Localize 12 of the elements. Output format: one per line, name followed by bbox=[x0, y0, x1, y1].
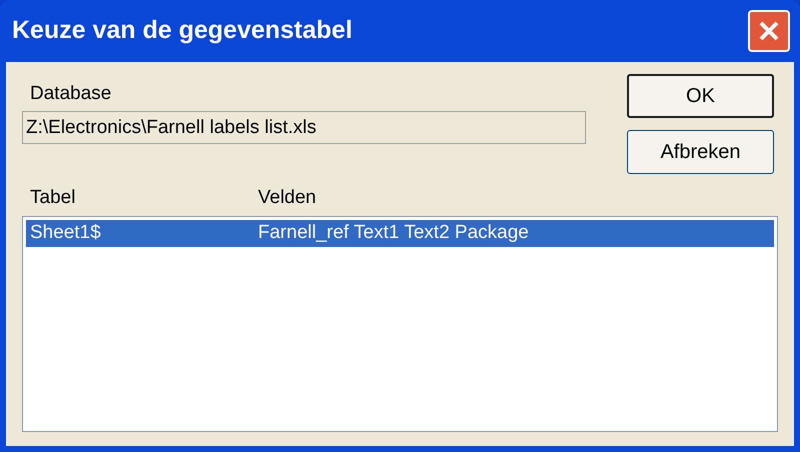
column-header: Tabel bbox=[30, 186, 76, 210]
database-label: Database bbox=[29, 82, 112, 106]
close-icon bbox=[758, 20, 780, 42]
column-header: Velden bbox=[258, 186, 318, 210]
table-cell-text: Sheet1$ bbox=[30, 220, 102, 245]
close-button[interactable] bbox=[748, 10, 790, 52]
table-row[interactable]: Sheet1$ Farnell_ref Text1 Text2 Package bbox=[26, 220, 774, 246]
dialog-button[interactable]: OK bbox=[627, 74, 774, 118]
window-title: Keuze van de gegevenstabel bbox=[12, 15, 352, 46]
dialog-button[interactable]: Afbreken bbox=[627, 130, 774, 174]
table-cell-text: Farnell_ref Text1 Text2 Package bbox=[258, 220, 530, 245]
database-path-field: Z:\Electronics\Farnell labels list.xls bbox=[22, 110, 586, 144]
